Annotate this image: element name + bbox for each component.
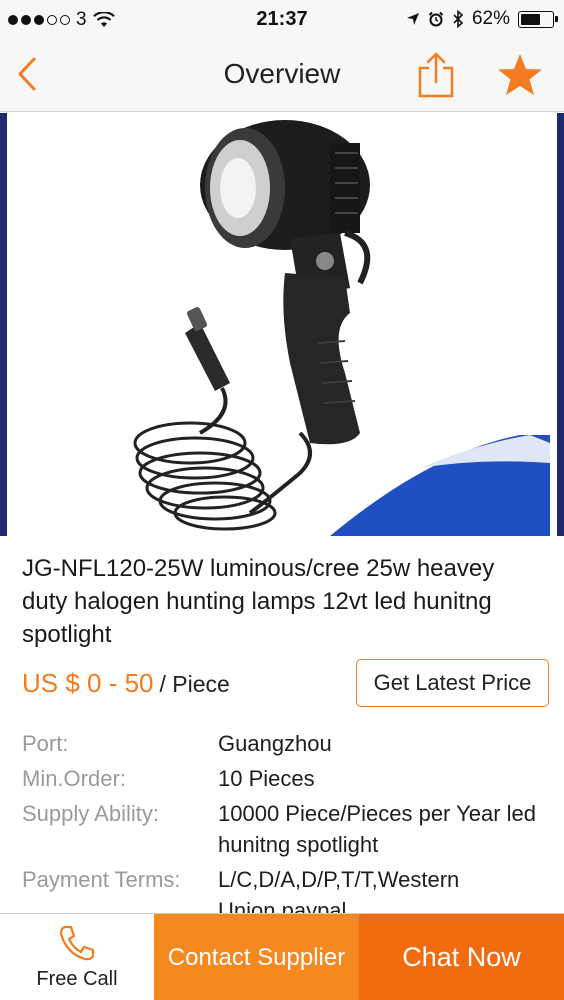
- spec-row-port: Port: Guangzhou: [22, 728, 552, 759]
- status-indicators: 62%: [406, 8, 558, 30]
- bluetooth-icon: [453, 10, 464, 28]
- spec-table: Port: Guangzhou Min.Order: 10 Pieces Sup…: [22, 728, 552, 930]
- share-icon: [418, 52, 454, 98]
- spotlight-photo: [133, 120, 550, 536]
- phone-icon: [59, 925, 95, 961]
- navigation-bar: Overview: [0, 40, 564, 112]
- status-bar: 3 21:37 62%: [0, 0, 564, 40]
- price-unit: / Piece: [159, 671, 230, 697]
- product-image[interactable]: [0, 113, 564, 536]
- bottom-action-bar: Free Call Contact Supplier Chat Now: [0, 913, 564, 1000]
- contact-supplier-button[interactable]: Contact Supplier: [154, 914, 359, 1000]
- favorite-button[interactable]: [496, 52, 544, 98]
- get-latest-price-button[interactable]: Get Latest Price: [356, 659, 549, 707]
- price-row: US $ 0 - 50 / Piece: [22, 668, 230, 699]
- battery-icon: [518, 10, 558, 28]
- spec-row-supply-ability: Supply Ability: 10000 Piece/Pieces per Y…: [22, 798, 552, 860]
- chat-now-button[interactable]: Chat Now: [359, 914, 564, 1000]
- image-edge-left: [0, 113, 7, 536]
- image-edge-right: [557, 113, 564, 536]
- spec-value: 10000 Piece/Pieces per Year led hunitng …: [218, 801, 537, 857]
- star-icon: [498, 54, 542, 95]
- spec-label: Supply Ability:: [22, 801, 159, 826]
- price-range: US $ 0 - 50: [22, 668, 154, 698]
- spec-row-min-order: Min.Order: 10 Pieces: [22, 763, 552, 794]
- page-title: Overview: [223, 58, 341, 89]
- alarm-icon: [428, 11, 444, 27]
- free-call-label: Free Call: [36, 968, 118, 990]
- share-button[interactable]: [416, 50, 456, 98]
- location-arrow-icon: [406, 13, 419, 25]
- product-title: JG-NFL120-25W luminous/cree 25w heavey d…: [22, 555, 495, 648]
- spec-label: Port:: [22, 731, 69, 756]
- spec-value: 10 Pieces: [218, 766, 315, 791]
- free-call-button[interactable]: Free Call: [0, 914, 154, 1000]
- spec-label: Min.Order:: [22, 766, 126, 791]
- battery-percent: 62%: [471, 8, 510, 29]
- spec-value: Guangzhou: [218, 731, 332, 756]
